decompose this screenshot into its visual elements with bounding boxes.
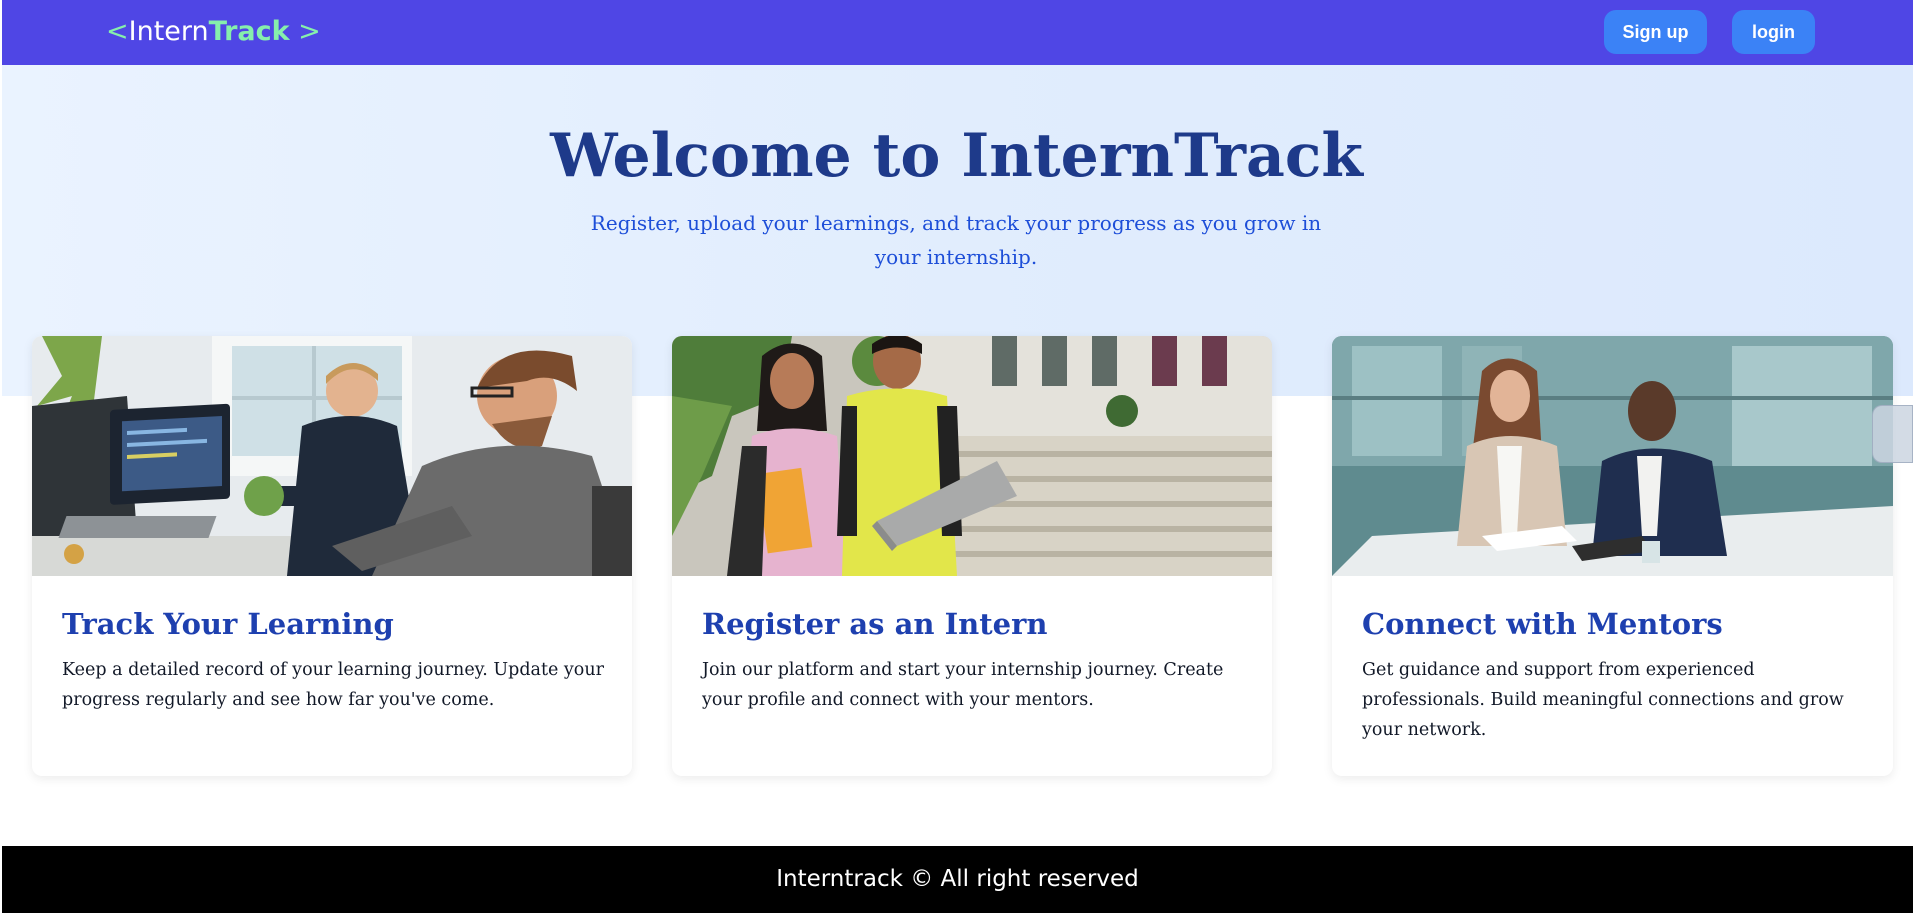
hero-title: Welcome to InternTrack [550,121,1363,191]
feature-card-connect-mentors: Connect with Mentors Get guidance and su… [1332,336,1893,776]
card-title: Register as an Intern [702,607,1048,641]
card-title: Connect with Mentors [1362,607,1723,641]
card-text: Get guidance and support from experience… [1362,660,1844,740]
logo-intern: Intern [128,16,209,47]
side-scroll-handle[interactable] [1872,405,1913,463]
card-text: Join our platform and start your interns… [702,660,1224,710]
login-button[interactable]: login [1732,10,1815,54]
feature-card-register-intern: Register as an Intern Join our platform … [672,336,1272,776]
mentor-meeting-photo [1332,336,1893,576]
students-with-laptop-photo [672,336,1272,576]
developers-at-computers-photo [32,336,632,576]
feature-card-track-learning: Track Your Learning Keep a detailed reco… [32,336,632,776]
hero-subtitle: Register, upload your learnings, and tra… [590,211,1322,269]
signup-button[interactable]: Sign up [1604,10,1707,54]
card-title: Track Your Learning [62,607,394,641]
logo-track: Track [208,16,290,47]
logo-open-bracket: < [106,16,129,47]
footer-text: Interntrack © All right reserved [776,866,1139,892]
card-text: Keep a detailed record of your learning … [62,660,604,710]
logo[interactable]: <InternTrack > [106,14,321,50]
logo-close-bracket: > [289,16,321,47]
navbar: <InternTrack > Sign up login [2,0,1913,65]
footer: Interntrack © All right reserved [2,846,1913,913]
